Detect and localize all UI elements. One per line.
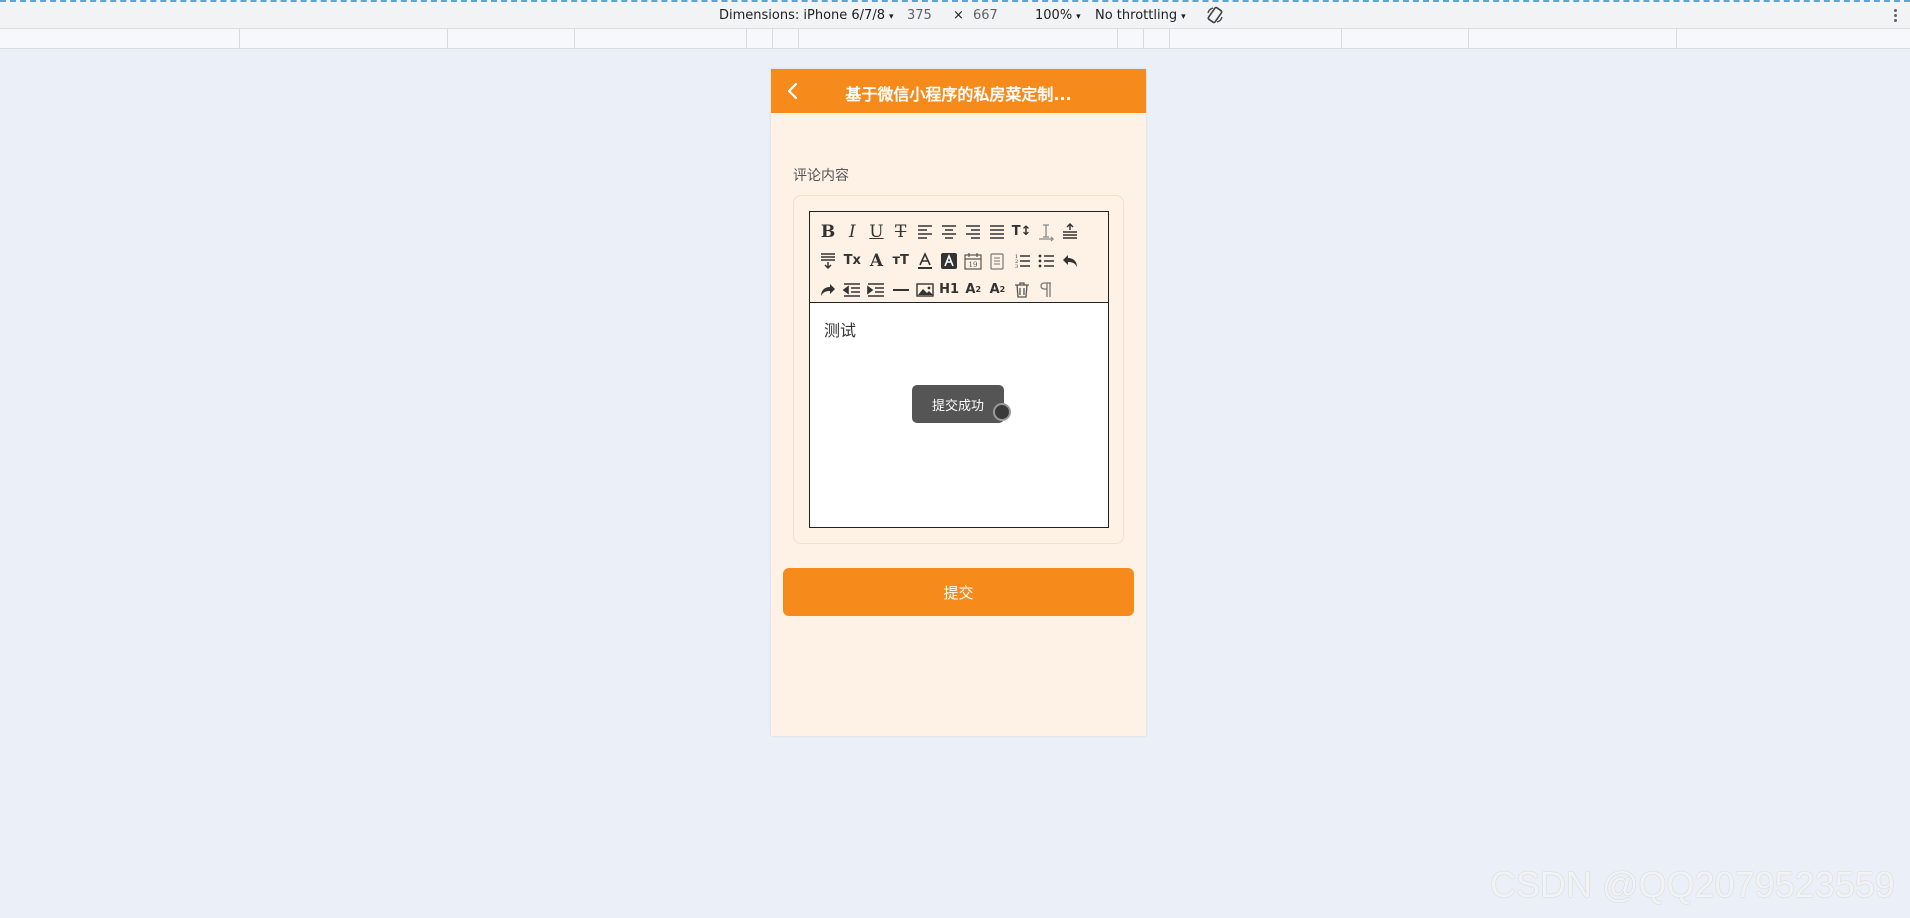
calendar-icon[interactable]: 19 (961, 246, 985, 275)
redo-icon[interactable] (816, 275, 840, 304)
svg-text:19: 19 (969, 261, 978, 269)
height-input[interactable]: 667 (973, 8, 998, 23)
ruler-segment[interactable] (447, 29, 448, 48)
ruler-segment[interactable] (1117, 29, 1118, 48)
undo-icon[interactable] (1058, 246, 1082, 275)
remove-format-icon[interactable]: Tx (840, 246, 864, 275)
space-after-icon[interactable] (816, 246, 840, 275)
align-right-icon[interactable] (961, 217, 985, 246)
bullet-list-icon[interactable] (1034, 246, 1058, 275)
text-size-icon[interactable]: ᴛT (889, 246, 913, 275)
success-toast: 提交成功 (912, 385, 1004, 423)
align-left-icon[interactable] (913, 217, 937, 246)
chevron-down-icon: ▾ (888, 12, 894, 22)
touch-cursor-icon (993, 403, 1011, 421)
header-icon[interactable]: H1 (937, 275, 961, 304)
italic-icon[interactable]: I (840, 217, 864, 246)
indent-icon[interactable] (864, 275, 888, 304)
superscript-icon[interactable]: A2 (985, 275, 1009, 304)
bold-icon[interactable]: B (816, 217, 840, 246)
line-height-icon[interactable] (1034, 217, 1058, 246)
back-arrow-icon[interactable] (781, 79, 805, 103)
align-justify-icon[interactable] (985, 217, 1009, 246)
strikethrough-icon[interactable]: T (889, 217, 913, 246)
editor-text: 测试 (824, 321, 857, 340)
clipboard-icon[interactable] (985, 246, 1009, 275)
align-center-icon[interactable] (937, 217, 961, 246)
ruler-segment[interactable] (1468, 29, 1469, 48)
space-before-icon[interactable] (1058, 217, 1082, 246)
subscript-icon[interactable]: A2 (961, 275, 985, 304)
device-selector[interactable]: Dimensions: iPhone 6/7/8 ▾ (719, 8, 894, 23)
more-options-icon[interactable] (1894, 9, 1898, 23)
chevron-down-icon: ▾ (1076, 12, 1081, 22)
ruler-segment[interactable] (798, 29, 799, 48)
underline-icon[interactable]: U (864, 217, 888, 246)
page-title: 基于微信小程序的私房菜定制... (845, 85, 1072, 104)
rich-text-editor: B I U T T↕ Tx A ᴛT 19 123 H1 A 2 A 2 测试 (809, 211, 1109, 528)
chevron-down-icon: ▾ (1181, 12, 1186, 22)
editor-card: B I U T T↕ Tx A ᴛT 19 123 H1 A 2 A 2 测试 (793, 195, 1124, 544)
navigation-bar: 基于微信小程序的私房菜定制... (771, 69, 1146, 113)
ordered-list-icon[interactable]: 123 (1010, 246, 1034, 275)
trash-icon[interactable] (1010, 275, 1034, 304)
background-color-icon[interactable] (937, 246, 961, 275)
phone-viewport: 基于微信小程序的私房菜定制... 评论内容 B I U T T↕ Tx A ᴛT (771, 69, 1146, 736)
ruler-segment[interactable] (1169, 29, 1170, 48)
text-direction-icon[interactable] (1034, 275, 1058, 304)
watermark: CSDN @QQ2079523559 (1490, 864, 1895, 905)
font-family-icon[interactable]: A (864, 246, 888, 275)
width-input[interactable]: 375 (907, 8, 932, 23)
throttling-label: No throttling (1095, 8, 1178, 23)
comment-field-label: 评论内容 (793, 168, 849, 184)
zoom-label: 100% (1035, 8, 1073, 23)
image-icon[interactable] (913, 275, 937, 304)
ruler-segment[interactable] (574, 29, 575, 48)
dimension-separator: × (953, 8, 964, 23)
devtools-device-toolbar: Dimensions: iPhone 6/7/8 ▾ 375 × 667 100%… (0, 0, 1910, 29)
font-size-icon[interactable]: T↕ (1010, 217, 1034, 246)
font-color-icon[interactable] (913, 246, 937, 275)
throttling-selector[interactable]: No throttling ▾ (1095, 8, 1186, 23)
ruler-segment[interactable] (1143, 29, 1144, 48)
ruler-segment[interactable] (1341, 29, 1342, 48)
svg-text:3: 3 (1015, 264, 1018, 270)
outdent-icon[interactable] (840, 275, 864, 304)
rotate-icon[interactable] (1205, 5, 1225, 25)
editor-toolbar: B I U T T↕ Tx A ᴛT 19 123 H1 A 2 A 2 (810, 212, 1108, 303)
device-selector-label: Dimensions: iPhone 6/7/8 (719, 8, 885, 23)
submit-button[interactable]: 提交 (783, 568, 1134, 616)
media-query-ruler (0, 29, 1910, 49)
ruler-segment[interactable] (1676, 29, 1677, 48)
ruler-segment[interactable] (239, 29, 240, 48)
zoom-selector[interactable]: 100% ▾ (1035, 8, 1081, 23)
horizontal-rule-icon[interactable] (889, 275, 913, 304)
ruler-segment[interactable] (772, 29, 773, 48)
ruler-segment[interactable] (746, 29, 747, 48)
